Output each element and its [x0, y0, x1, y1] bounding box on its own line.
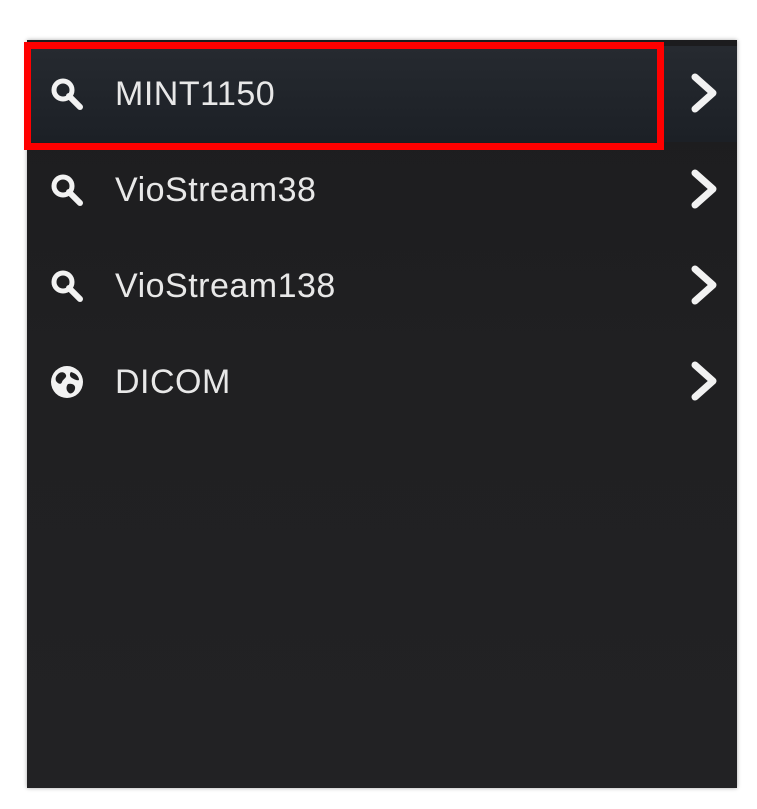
server-menu-panel: MINT1150 VioStream38 VioStream138 DICOM: [27, 40, 737, 788]
search-icon: [51, 270, 83, 302]
menu-item-viostream138[interactable]: VioStream138: [27, 238, 737, 334]
menu-item-viostream38[interactable]: VioStream38: [27, 142, 737, 238]
chevron-right-icon: [691, 73, 717, 113]
globe-icon: [51, 366, 83, 398]
search-icon: [51, 174, 83, 206]
chevron-right-icon: [691, 169, 717, 209]
menu-item-label: MINT1150: [115, 75, 276, 113]
menu-item-label: VioStream138: [115, 267, 336, 305]
chevron-right-icon: [691, 361, 717, 401]
menu-item-label: VioStream38: [115, 171, 317, 209]
search-icon: [51, 78, 83, 110]
menu-item-dicom[interactable]: DICOM: [27, 334, 737, 430]
menu-item-mint1150[interactable]: MINT1150: [27, 46, 737, 142]
menu-item-label: DICOM: [115, 363, 231, 401]
chevron-right-icon: [691, 265, 717, 305]
